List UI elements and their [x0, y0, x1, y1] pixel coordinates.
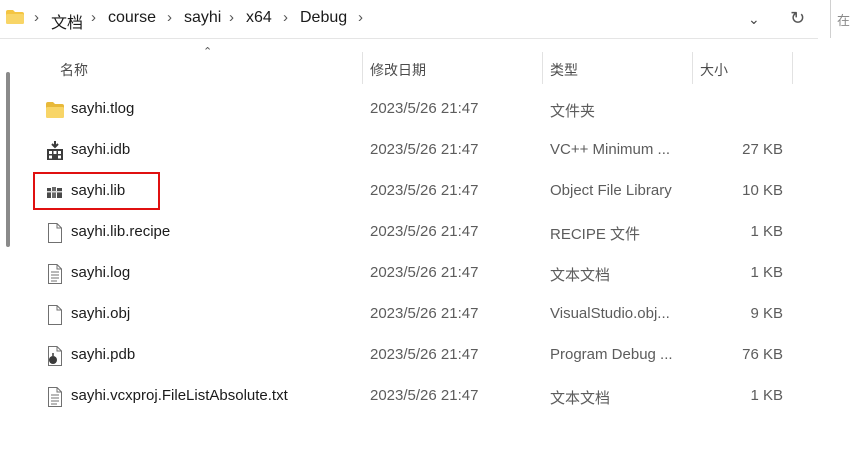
chevron-right-icon: ›: [167, 9, 172, 26]
file-date: 2023/5/26 21:47: [370, 346, 479, 363]
file-name: sayhi.idb: [71, 141, 131, 158]
file-type: VC++ Minimum ...: [550, 141, 671, 158]
chevron-down-icon[interactable]: ⌄: [748, 11, 760, 28]
file-type: Object File Library: [550, 182, 672, 199]
refresh-icon[interactable]: ↻: [790, 8, 805, 29]
column-header-date[interactable]: 修改日期: [370, 60, 426, 80]
file-size: 1 KB: [750, 264, 783, 281]
file-row[interactable]: sayhi.idb 2023/5/26 21:47 VC++ Minimum .…: [0, 130, 852, 171]
file-date: 2023/5/26 21:47: [370, 182, 479, 199]
chevron-right-icon: ›: [229, 9, 234, 26]
search-placeholder: 在: [837, 13, 851, 28]
file-size: 27 KB: [742, 141, 783, 158]
column-divider[interactable]: [792, 52, 793, 84]
column-divider[interactable]: [692, 52, 693, 84]
column-header-type[interactable]: 类型: [550, 60, 578, 80]
file-name: sayhi.vcxproj.FileListAbsolute.txt: [71, 387, 288, 404]
file-name: sayhi.lib.recipe: [71, 223, 171, 240]
file-row[interactable]: sayhi.pdb 2023/5/26 21:47 Program Debug …: [0, 335, 852, 376]
column-divider[interactable]: [362, 52, 363, 84]
idb-file-icon: [47, 141, 63, 160]
file-name: sayhi.log: [71, 264, 131, 281]
file-type: 文件夹: [550, 103, 596, 120]
breadcrumb-item[interactable]: x64: [246, 9, 272, 27]
breadcrumb-item[interactable]: course: [108, 9, 156, 27]
chevron-right-icon: ›: [283, 9, 288, 26]
file-date: 2023/5/26 21:47: [370, 141, 479, 158]
file-row[interactable]: sayhi.obj 2023/5/26 21:47 VisualStudio.o…: [0, 294, 852, 335]
sort-ascending-icon: ⌃: [203, 46, 213, 58]
breadcrumb-item[interactable]: 文档: [51, 9, 83, 33]
file-date: 2023/5/26 21:47: [370, 100, 479, 117]
chevron-right-icon: ›: [34, 9, 39, 26]
file-size: 1 KB: [750, 387, 783, 404]
folder-icon: [6, 10, 24, 24]
file-name: sayhi.obj: [71, 305, 131, 322]
file-size: 76 KB: [742, 346, 783, 363]
text-file-icon: [48, 387, 62, 407]
file-row[interactable]: sayhi.lib.recipe 2023/5/26 21:47 RECIPE …: [0, 212, 852, 253]
file-row[interactable]: sayhi.log 2023/5/26 21:47 文本文档 1 KB: [0, 253, 852, 294]
file-date: 2023/5/26 21:47: [370, 264, 479, 281]
column-header-name[interactable]: 名称: [60, 60, 88, 80]
file-name: sayhi.pdb: [71, 346, 136, 363]
file-size: 1 KB: [750, 223, 783, 240]
highlight-annotation-box: [33, 172, 160, 210]
blank-file-icon: [48, 305, 62, 325]
file-size: 9 KB: [750, 305, 783, 322]
file-name: sayhi.tlog: [71, 100, 135, 117]
file-row[interactable]: sayhi.tlog 2023/5/26 21:47 文件夹: [0, 89, 852, 130]
column-header-size[interactable]: 大小: [700, 60, 728, 80]
chevron-right-icon[interactable]: ›: [358, 9, 363, 26]
file-type: 文本文档: [550, 390, 611, 407]
text-file-icon: [48, 264, 62, 284]
file-row[interactable]: sayhi.vcxproj.FileListAbsolute.txt 2023/…: [0, 376, 852, 417]
file-type: Program Debug ...: [550, 346, 673, 363]
pdb-file-icon: [48, 346, 62, 366]
breadcrumb-item[interactable]: Debug: [300, 9, 347, 27]
file-type: VisualStudio.obj...: [550, 305, 670, 322]
file-date: 2023/5/26 21:47: [370, 223, 479, 240]
address-box[interactable]: › 文档 › course › sayhi › x64 › Debug › ⌄: [0, 0, 818, 39]
file-type: 文本文档: [550, 267, 611, 284]
blank-file-icon: [48, 223, 62, 243]
search-input[interactable]: 在: [830, 0, 852, 38]
chevron-right-icon: ›: [91, 9, 96, 26]
folder-icon: [46, 102, 64, 118]
column-divider[interactable]: [542, 52, 543, 84]
breadcrumb-item[interactable]: sayhi: [184, 9, 221, 27]
file-type: RECIPE 文件: [550, 226, 641, 243]
file-size: 10 KB: [742, 182, 783, 199]
file-date: 2023/5/26 21:47: [370, 305, 479, 322]
address-bar: › 文档 › course › sayhi › x64 › Debug › ⌄ …: [0, 0, 852, 39]
file-date: 2023/5/26 21:47: [370, 387, 479, 404]
